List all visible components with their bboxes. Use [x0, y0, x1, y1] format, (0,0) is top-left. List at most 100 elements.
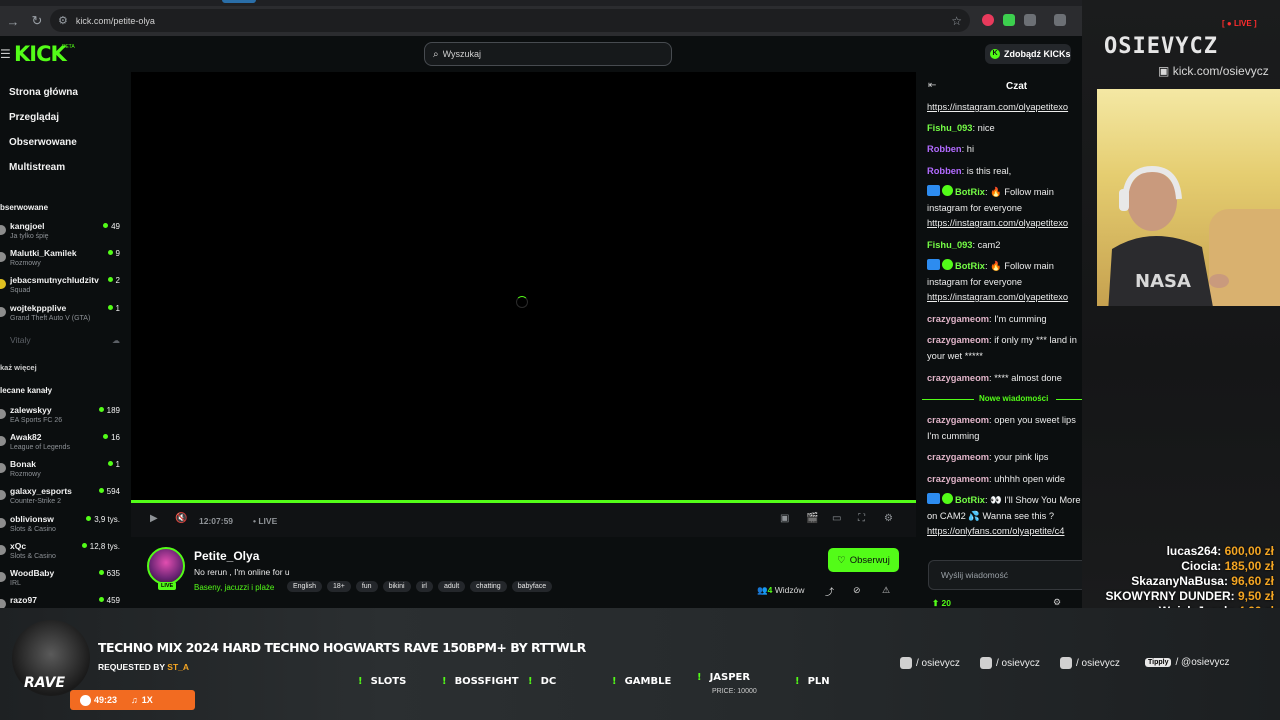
- mute-icon[interactable]: 🔇: [175, 513, 187, 524]
- report-warning-icon[interactable]: ⚠: [882, 585, 890, 596]
- tag[interactable]: chatting: [470, 581, 507, 592]
- tag[interactable]: bikini: [382, 581, 411, 592]
- get-kicks-label: Zdobądź KICKs: [1004, 49, 1071, 59]
- live-dot-icon: [103, 434, 109, 439]
- live-dot-icon: [81, 543, 87, 548]
- chat-username[interactable]: BotRix: [955, 187, 985, 197]
- chat-username[interactable]: Robben: [927, 144, 962, 154]
- extension-icon[interactable]: [982, 14, 994, 26]
- share-icon[interactable]: ⤴: [825, 585, 834, 598]
- puzzle-icon[interactable]: [1024, 14, 1036, 26]
- show-more-link[interactable]: każ więcej: [0, 363, 37, 372]
- live-indicator[interactable]: • LIVE: [253, 516, 277, 526]
- channel-item[interactable]: xQc Slots & Casino 12,8 tys.: [0, 541, 124, 567]
- video-player[interactable]: [131, 72, 916, 502]
- channel-item[interactable]: kangjoel Ja tylko śpię 49: [0, 221, 124, 247]
- active-tab-indicator[interactable]: [222, 0, 256, 3]
- channel-item[interactable]: Malutki_Kamilek Rozmowy 9: [0, 248, 124, 274]
- chat-username[interactable]: Fishu_093: [927, 240, 972, 250]
- chat-username[interactable]: crazygameom: [927, 415, 989, 425]
- settings-gear-icon[interactable]: ⚙: [884, 513, 893, 524]
- fullscreen-icon[interactable]: ⛶: [858, 513, 865, 524]
- channel-item[interactable]: zalewskyy EA Sports FC 26 189: [0, 405, 124, 431]
- channel-item[interactable]: razo97 459: [0, 595, 124, 608]
- chat-link[interactable]: https://onlyfans.com/olyapetite/c4: [927, 526, 1064, 536]
- follow-button[interactable]: ♡ Obserwuj: [828, 548, 899, 572]
- channel-name: oblivionsw: [10, 514, 54, 524]
- chat-username[interactable]: Fishu_093: [927, 123, 972, 133]
- search-box[interactable]: ⌕: [424, 42, 672, 66]
- channel-name: Bonak: [10, 459, 36, 469]
- reload-icon[interactable]: ↻: [26, 10, 48, 32]
- channel-item[interactable]: Bonak Rozmowy 1: [0, 459, 124, 485]
- channel-item[interactable]: galaxy_esports Counter-Strike 2 594: [0, 486, 124, 512]
- chat-message: Fishu_093: nice: [927, 123, 995, 133]
- channel-item[interactable]: jebacsmutnychludzitv Squad 2: [0, 275, 124, 301]
- channel-item[interactable]: wojtekppplive Grand Theft Auto V (GTA) 1: [0, 303, 124, 329]
- live-dot-icon: [98, 570, 104, 575]
- chat-username[interactable]: crazygameom: [927, 452, 989, 462]
- channel-category: EA Sports FC 26: [10, 417, 63, 424]
- chat-username[interactable]: crazygameom: [927, 314, 989, 324]
- chat-username[interactable]: crazygameom: [927, 474, 989, 484]
- site-info-icon[interactable]: ⚙: [58, 14, 68, 27]
- menu-icon[interactable]: ☰: [0, 47, 11, 61]
- chat-username[interactable]: BotRix: [955, 261, 985, 271]
- hide-eye-icon[interactable]: ⊘: [853, 585, 861, 596]
- sidebar-nav-following[interactable]: Obserwowane: [9, 137, 77, 148]
- chat-link[interactable]: https://instagram.com/olyapetitexo: [927, 292, 1068, 302]
- streamer-name[interactable]: Petite_Olya: [194, 549, 259, 563]
- chat-link[interactable]: https://instagram.com/olyapetitexo: [927, 102, 1068, 112]
- pip-icon[interactable]: ▣: [780, 513, 789, 524]
- search-input[interactable]: [442, 49, 560, 59]
- forward-icon[interactable]: →: [2, 10, 24, 32]
- tag[interactable]: irl: [415, 581, 433, 592]
- chat-username[interactable]: crazygameom: [927, 373, 989, 383]
- address-bar[interactable]: ⚙ kick.com/petite-olya ☆: [50, 9, 970, 32]
- chat-link[interactable]: https://instagram.com/olyapetitexo: [927, 218, 1068, 228]
- avatar: [0, 518, 6, 528]
- extension-icon[interactable]: [1003, 14, 1015, 26]
- bookmark-star-icon[interactable]: ☆: [951, 14, 962, 28]
- play-icon[interactable]: ▶: [150, 513, 158, 524]
- theater-mode-icon[interactable]: ▭: [832, 513, 841, 524]
- kick-logo[interactable]: KICK: [14, 42, 67, 66]
- bot-badge-icon: [927, 493, 940, 504]
- avatar: [0, 599, 6, 608]
- tag[interactable]: English: [287, 581, 322, 592]
- tag[interactable]: adult: [437, 581, 466, 592]
- chat-message-input[interactable]: [941, 570, 1071, 580]
- stream-category[interactable]: Baseny, jacuzzi i plaże: [194, 583, 274, 592]
- channel-name: wojtekppplive: [10, 303, 67, 313]
- avatar: [0, 436, 6, 446]
- channel-category: Grand Theft Auto V (GTA): [10, 315, 91, 322]
- chat-input-box[interactable]: [928, 560, 1082, 590]
- streamer-avatar[interactable]: [147, 547, 185, 585]
- get-kicks-button[interactable]: K Zdobądź KICKs: [985, 44, 1071, 64]
- sidebar-nav-multistream[interactable]: Multistream: [9, 162, 65, 173]
- sidebar-nav-browse[interactable]: Przeglądaj: [9, 112, 59, 123]
- clip-icon[interactable]: 🎬: [806, 513, 818, 524]
- chat-message: Fishu_093: cam2: [927, 240, 1001, 250]
- channel-item[interactable]: WoodBaby IRL 635: [0, 568, 124, 594]
- channel-points[interactable]: ⬆ 20: [932, 598, 951, 608]
- chat-username[interactable]: crazygameom: [927, 335, 989, 345]
- tag[interactable]: babyface: [511, 581, 553, 592]
- tag[interactable]: 18+: [326, 581, 351, 592]
- tag[interactable]: fun: [355, 581, 378, 592]
- channel-item-offline[interactable]: Vitaly ☁: [0, 335, 124, 361]
- clock-icon: [80, 694, 91, 706]
- channel-item[interactable]: oblivionsw Slots & Casino 3,9 tys.: [0, 514, 124, 540]
- avatar: [0, 252, 6, 262]
- channel-item[interactable]: Awak82 League of Legends 16: [0, 432, 124, 458]
- channel-name: Awak82: [10, 432, 42, 442]
- chat-message: crazygameom: I'm cumming: [927, 314, 1047, 324]
- collapse-chat-icon[interactable]: ⇤: [928, 80, 936, 91]
- viewer-count: 3,9 tys.: [86, 515, 120, 524]
- media-icon[interactable]: [1054, 14, 1066, 26]
- chat-username[interactable]: BotRix: [955, 495, 985, 505]
- chat-username[interactable]: Robben: [927, 166, 962, 176]
- chat-settings-gear-icon[interactable]: ⚙: [1053, 597, 1061, 608]
- sidebar-nav-home[interactable]: Strona główna: [9, 87, 78, 98]
- new-messages-divider[interactable]: Nowe wiadomości: [922, 393, 1082, 405]
